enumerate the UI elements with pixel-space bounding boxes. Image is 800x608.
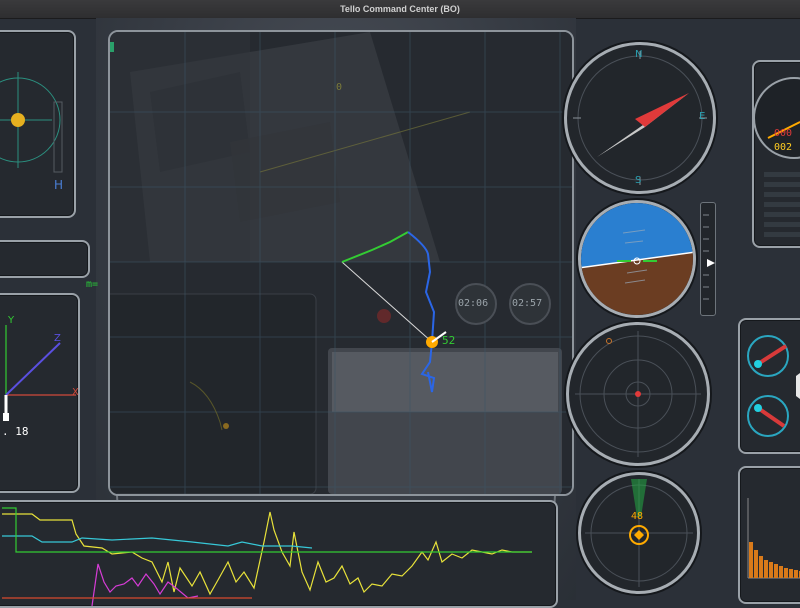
timer-2: 02:57 [512,298,543,309]
sonar-value: 48 [631,511,644,522]
left-status-bar [0,240,90,278]
histogram-panel [738,466,800,604]
axes-panel: Y Z X . 18 [0,293,80,493]
map-view [110,32,572,494]
video-marker-label: 0 [336,82,343,93]
compass-east: E [699,111,706,122]
heading-marker-icon [11,113,25,127]
pitch-pointer-icon [707,259,715,267]
m-label: m= [86,279,99,290]
telemetry-chart [2,507,532,606]
z-axis-label: Z [54,333,61,344]
gauge-top-digits: 000 [774,128,793,139]
radar-dial [566,322,710,466]
series-cyan-line [2,535,313,549]
compass-dial: N E S [564,42,716,194]
drone-value: 52 [442,334,456,347]
gauge-bottom-digits: 002 [774,142,793,153]
status-square-icon [110,42,114,52]
telemetry-chart-panel [0,500,558,608]
attitude-indicator [578,200,696,318]
series-yellow-line [2,511,532,596]
radar-target-icon [635,391,641,397]
heading-panel: H [0,30,76,218]
timer-1: 02:06 [458,298,489,309]
compass-south: S [635,175,642,186]
compass-needle-north-icon [635,93,689,127]
map-overlay-panel[interactable]: 0 02:06 02:57 52 [108,30,574,496]
heading-label: H [54,178,64,192]
x-axis-label: X [72,387,79,398]
motors-panel [738,318,800,454]
gauge-panel: 000 002 [752,60,800,248]
compass-north: N [635,49,643,60]
axes-value: . 18 [2,425,29,438]
y-axis-label: Y [8,315,15,326]
window-title: Tello Command Center (BO) [0,0,800,19]
pitch-scale [700,202,716,316]
sonar-dial: 48 [578,472,700,594]
